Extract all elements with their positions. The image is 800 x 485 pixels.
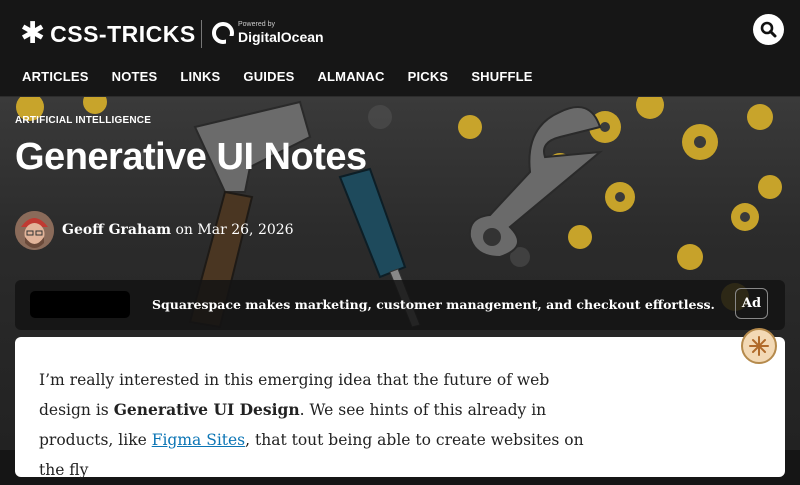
- main-nav: ARTICLES NOTES LINKS GUIDES ALMANAC PICK…: [22, 69, 556, 84]
- category-link[interactable]: ARTIFICIAL INTELLIGENCE: [15, 115, 151, 126]
- sticker-icon[interactable]: [741, 328, 777, 364]
- ad-text: Squarespace makes marketing, customer ma…: [152, 297, 715, 312]
- nav-links[interactable]: LINKS: [180, 69, 220, 84]
- ad-banner[interactable]: Squarespace makes marketing, customer ma…: [15, 280, 785, 330]
- sponsor-powered-by: Powered by: [238, 21, 275, 28]
- nav-notes[interactable]: NOTES: [112, 69, 158, 84]
- byline: Geoff Graham on Mar 26, 2026: [62, 222, 294, 238]
- nav-almanac[interactable]: ALMANAC: [317, 69, 384, 84]
- site-header: ✱ CSS-TRICKS Powered by DigitalOcean ART…: [0, 0, 800, 97]
- logo-divider: [201, 20, 202, 48]
- byline-on: on: [171, 222, 198, 238]
- publish-date: Mar 26, 2026: [197, 222, 294, 238]
- article-body: I’m really interested in this emerging i…: [15, 337, 785, 479]
- ad-badge: Ad: [735, 288, 768, 319]
- article-intro: I’m really interested in this emerging i…: [39, 365, 599, 485]
- star-icon: ✱: [20, 16, 46, 51]
- site-logo[interactable]: ✱ CSS-TRICKS: [20, 19, 196, 49]
- intro-bold: Generative UI Design: [113, 400, 300, 419]
- figma-sites-link[interactable]: Figma Sites: [152, 431, 245, 449]
- search-icon: [760, 21, 777, 38]
- nav-guides[interactable]: GUIDES: [243, 69, 294, 84]
- avatar[interactable]: [15, 211, 54, 250]
- page-title: Generative UI Notes: [15, 136, 367, 178]
- ad-logo: [30, 291, 130, 318]
- logo-text: CSS-TRICKS: [50, 20, 196, 47]
- nav-picks[interactable]: PICKS: [408, 69, 449, 84]
- author-link[interactable]: Geoff Graham: [62, 222, 171, 238]
- sponsor-name: DigitalOcean: [238, 29, 324, 45]
- digitalocean-icon: [212, 22, 234, 44]
- search-button[interactable]: [753, 14, 784, 45]
- sponsor-link[interactable]: Powered by DigitalOcean: [212, 21, 324, 45]
- nav-articles[interactable]: ARTICLES: [22, 69, 89, 84]
- nav-shuffle[interactable]: SHUFFLE: [471, 69, 532, 84]
